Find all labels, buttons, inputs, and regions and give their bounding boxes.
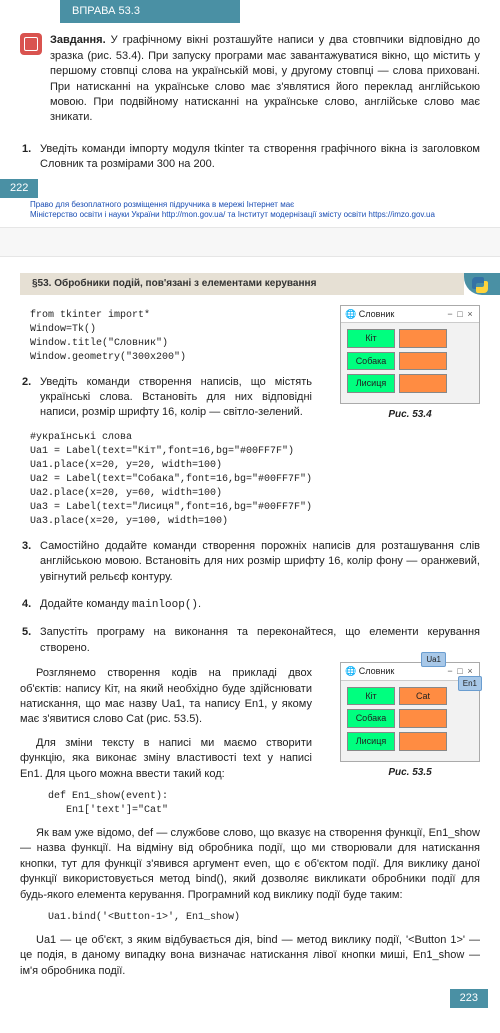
code-block-3: def En1_show(event): En1['text']="Cat" xyxy=(0,786,500,822)
paragraph-3: Як вам уже відомо, def — службове слово,… xyxy=(0,822,500,907)
footer-line1: Право для безоплатного розміщення підруч… xyxy=(30,200,480,210)
label-empty-2 xyxy=(399,352,447,371)
page-gap xyxy=(0,227,500,257)
task-body: У графічному вікні розташуйте написи у д… xyxy=(50,34,480,123)
step-3-text: Самостійно додайте команди створення пор… xyxy=(40,540,480,583)
figure-caption-1: Рис. 53.4 xyxy=(340,408,480,422)
label-kit: Кіт xyxy=(347,329,395,348)
task-block: Завдання. У графічному вікні розташуйте … xyxy=(0,23,500,135)
callout-ua1: Ua1 xyxy=(421,652,446,667)
step-2-num: 2. xyxy=(22,375,40,390)
step-2: 2.Уведіть команди створення написів, що … xyxy=(0,369,332,427)
paragraph-2: Для зміни тексту в написі ми маємо створ… xyxy=(0,732,332,786)
python-icon xyxy=(464,273,500,295)
step-5-text: Запустіть програму на виконання та перек… xyxy=(40,626,480,653)
figure-caption-2: Рис. 53.5 xyxy=(340,766,480,780)
step-4-num: 4. xyxy=(22,597,40,612)
step-1-num: 1. xyxy=(22,142,40,157)
section-title: §53. Обробники подій, пов'язані з елемен… xyxy=(20,273,464,295)
window-controls-icon: −□× xyxy=(445,308,475,321)
section-title-wrap: §53. Обробники подій, пов'язані з елемен… xyxy=(20,273,500,295)
step-1: 1.Уведіть команди імпорту модуля tkinter… xyxy=(0,136,500,179)
window-1-title: 🌐 Словник xyxy=(345,308,394,321)
code-block-2: #українські слова Ua1 = Label(text="Кіт"… xyxy=(0,427,500,533)
page-number-left: 222 xyxy=(0,179,500,198)
label-empty-3 xyxy=(399,374,447,393)
step-4-code: mainloop() xyxy=(132,599,198,611)
window-2-title: 🌐 Словник xyxy=(345,665,394,678)
step-3: 3.Самостійно додайте команди створення п… xyxy=(0,533,500,591)
page-number-right: 223 xyxy=(0,989,500,1008)
code-block-1: from tkinter import* Window=Tk() Window.… xyxy=(0,305,332,369)
step-2-text: Уведіть команди створення написів, що мі… xyxy=(40,376,312,419)
footer-links: Право для безоплатного розміщення підруч… xyxy=(0,198,500,227)
task-icon xyxy=(20,33,42,55)
task-label: Завдання. xyxy=(50,34,106,46)
step-4-pre: Додайте команду xyxy=(40,598,132,610)
label-empty-1 xyxy=(399,329,447,348)
label2-empty-2 xyxy=(399,732,447,751)
label2-sobaka: Собака xyxy=(347,709,395,728)
callout-en1: En1 xyxy=(458,676,482,691)
footer-line2: Міністерство освіти і науки України http… xyxy=(30,210,480,220)
window-mockup-1: 🌐 Словник −□× Кіт Собака Лисиця xyxy=(340,305,480,404)
paragraph-4: Ua1 — це об'єкт, з яким відбувається дія… xyxy=(0,929,500,983)
step-1-text: Уведіть команди імпорту модуля tkinter т… xyxy=(40,143,480,170)
paragraph-1: Розглянемо створення кодів на прикладі д… xyxy=(0,662,332,732)
code-block-4: Ua1.bind('<Button-1>', En1_show) xyxy=(0,907,500,929)
label2-cat: Cat xyxy=(399,687,447,706)
label2-kit: Кіт xyxy=(347,687,395,706)
label2-empty-1 xyxy=(399,709,447,728)
label2-lysytsia: Лисиця xyxy=(347,732,395,751)
exercise-header: ВПРАВА 53.3 xyxy=(60,0,240,23)
label-lysytsia: Лисиця xyxy=(347,374,395,393)
step-4: 4.Додайте команду mainloop(). xyxy=(0,591,500,619)
step-4-post: . xyxy=(198,598,201,610)
step-5-num: 5. xyxy=(22,625,40,640)
task-text: Завдання. У графічному вікні розташуйте … xyxy=(50,33,480,125)
label-sobaka: Собака xyxy=(347,352,395,371)
step-3-num: 3. xyxy=(22,539,40,554)
